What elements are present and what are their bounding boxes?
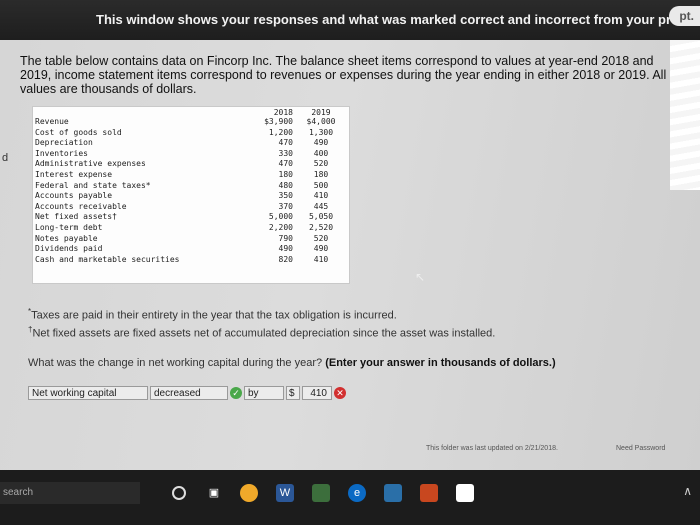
cell-2018: $3,900 — [264, 117, 293, 126]
question-instruction: (Enter your answer in thousands of dolla… — [325, 357, 556, 369]
taskbar-search[interactable]: search — [0, 482, 140, 504]
column-2018: 2018 $3,900 1,200 470 330 470 180 480 35… — [253, 109, 293, 265]
cell-2019: 5,050 — [308, 212, 334, 222]
cell-2018: 330 — [278, 148, 293, 158]
notice-banner: This window shows your responses and wha… — [0, 0, 700, 40]
cell-2018: 820 — [278, 254, 293, 264]
cell-2018: 5,000 — [268, 212, 293, 222]
cell-2019: 410 — [313, 191, 329, 201]
header-2019: 2019 — [311, 108, 331, 117]
taskbar: search ▣ W e ∧ — [0, 470, 700, 525]
photos-icon[interactable] — [384, 484, 402, 502]
cell-2019: 180 — [313, 169, 329, 179]
row-label: Cash and marketable securities — [35, 254, 180, 264]
row-label: Cost of goods sold — [35, 127, 122, 137]
cell-2019: 490 — [313, 244, 329, 254]
cell-2019: 490 — [313, 138, 329, 148]
by-label: by — [244, 386, 284, 400]
cell-2019: 400 — [313, 148, 329, 158]
cell-2018: 470 — [278, 159, 293, 169]
row-label: Net fixed assets† — [35, 212, 117, 222]
row-label: Interest expense — [35, 169, 113, 179]
answer-label: Net working capital — [28, 386, 148, 400]
row-label: Accounts payable — [35, 191, 113, 201]
currency-label: $ — [286, 386, 300, 400]
row-label: Revenue — [35, 117, 69, 126]
question-text: What was the change in net working capit… — [28, 357, 556, 369]
financial-data-table: Revenue Cost of goods sold Depreciation … — [32, 106, 350, 284]
direction-select[interactable]: decreased — [150, 386, 228, 400]
row-labels: Revenue Cost of goods sold Depreciation … — [35, 117, 180, 265]
cell-2019: 445 — [313, 201, 329, 211]
footer-bar: This folder was last updated on 2/21/201… — [420, 445, 700, 455]
footnote-text: Taxes are paid in their entirety in the … — [31, 309, 397, 322]
cell-2019: 2,520 — [308, 222, 334, 232]
file-explorer-icon[interactable] — [312, 484, 330, 502]
answer-value-input[interactable]: 410 — [302, 386, 332, 400]
row-label: Dividends paid — [35, 244, 103, 254]
correct-check-icon: ✓ — [230, 387, 242, 399]
edge-icon[interactable]: e — [348, 484, 366, 502]
row-label: Administrative expenses — [35, 159, 146, 169]
need-password-link[interactable]: Need Password — [616, 445, 665, 452]
cell-2019: 520 — [313, 159, 329, 169]
cell-2018: 350 — [278, 191, 293, 201]
word-icon[interactable]: W — [276, 484, 294, 502]
intro-paragraph: The table below contains data on Fincorp… — [20, 54, 667, 96]
cell-2018: 180 — [278, 169, 293, 179]
chevron-up-icon[interactable]: ∧ — [683, 484, 692, 498]
question-body: What was the change in net working capit… — [28, 357, 323, 369]
left-marker: d — [2, 152, 9, 164]
row-label: Inventories — [35, 148, 88, 158]
cell-2019: 500 — [313, 180, 329, 190]
torn-edge-decoration — [670, 40, 700, 190]
task-view-icon[interactable]: ▣ — [205, 484, 223, 502]
header-2018: 2018 — [273, 108, 293, 117]
cell-2018: 1,200 — [268, 127, 293, 137]
cell-2019: $4,000 — [306, 117, 336, 126]
row-label: Depreciation — [35, 138, 93, 148]
notes-icon[interactable] — [456, 484, 474, 502]
incorrect-x-icon: ✕ — [334, 387, 346, 399]
cell-2018: 790 — [278, 233, 293, 243]
cell-2018: 480 — [278, 180, 293, 190]
mouse-cursor-icon: ↖ — [415, 270, 426, 284]
cell-2018: 470 — [278, 138, 293, 148]
cortana-icon[interactable] — [172, 486, 186, 500]
cell-2019: 1,300 — [308, 127, 334, 137]
cell-2019: 520 — [313, 233, 329, 243]
banner-pill[interactable]: pt. — [669, 6, 700, 26]
row-label: Long-term debt — [35, 222, 103, 232]
column-2019: 2019 $4,000 1,300 490 400 520 180 500 41… — [301, 109, 341, 265]
content-area: d The table below contains data on Finco… — [0, 40, 700, 470]
cell-2018: 370 — [278, 201, 293, 211]
cell-2019: 410 — [313, 254, 329, 264]
tax-footnote: *Taxes are paid in their entirety in the… — [28, 305, 495, 323]
nfa-footnote: †Net fixed assets are fixed assets net o… — [28, 323, 495, 341]
banner-text: This window shows your responses and wha… — [96, 12, 700, 27]
footnotes: *Taxes are paid in their entirety in the… — [28, 305, 495, 340]
row-label: Notes payable — [35, 233, 98, 243]
footnote-text: Net fixed assets are fixed assets net of… — [32, 327, 496, 340]
folder-updated-text: This folder was last updated on 2/21/201… — [426, 445, 558, 452]
cell-2018: 2,200 — [268, 222, 293, 232]
row-label: Accounts receivable — [35, 201, 127, 211]
powerpoint-icon[interactable] — [420, 484, 438, 502]
cell-2018: 490 — [278, 244, 293, 254]
row-label: Federal and state taxes* — [35, 180, 151, 190]
chrome-icon[interactable] — [240, 484, 258, 502]
